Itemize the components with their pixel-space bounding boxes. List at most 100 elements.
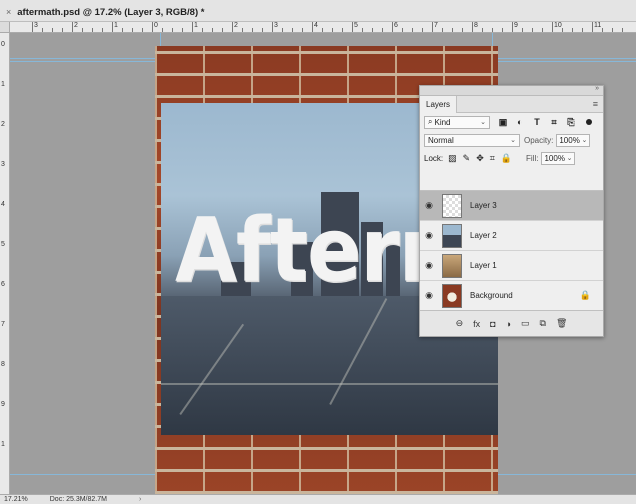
- ruler-tick: [472, 22, 473, 32]
- ruler-number: 1: [1, 441, 5, 448]
- ruler-tick: [612, 28, 613, 32]
- ruler-tick: [542, 28, 543, 32]
- ruler-tick: [382, 28, 383, 32]
- ruler-corner[interactable]: [0, 22, 10, 33]
- tab-layers[interactable]: Layers: [420, 96, 458, 113]
- close-tab-icon[interactable]: ×: [6, 7, 11, 17]
- adjustment-filter-icon[interactable]: ◐: [515, 117, 525, 127]
- fill-field[interactable]: 100% ⌄: [541, 151, 576, 165]
- ruler-tick: [422, 28, 423, 32]
- ruler-number: 2: [234, 22, 238, 29]
- ruler-tick: [622, 28, 623, 32]
- ruler-number: 9: [514, 22, 518, 29]
- ruler-tick: [312, 22, 313, 32]
- mask-icon[interactable]: ◘: [490, 319, 495, 329]
- ruler-tick: [572, 28, 573, 32]
- ruler-tick: [82, 28, 83, 32]
- fill-label: Fill:: [526, 153, 539, 163]
- ruler-tick: [112, 22, 113, 32]
- ruler-tick: [242, 28, 243, 32]
- chevron-down-icon: ⌄: [480, 119, 486, 126]
- ruler-tick: [182, 28, 183, 32]
- shape-filter-icon[interactable]: ⌗: [549, 117, 559, 127]
- ruler-tick: [42, 28, 43, 32]
- opacity-value: 100%: [559, 135, 580, 145]
- layer-lock-icon[interactable]: 🔒: [580, 290, 591, 301]
- visibility-eye-icon[interactable]: ◉: [420, 260, 438, 271]
- fx-icon[interactable]: fx: [473, 319, 480, 329]
- trash-icon[interactable]: 🗑: [556, 318, 567, 329]
- document-tab-title: aftermath.psd @ 17.2% (Layer 3, RGB/8) *: [17, 6, 205, 18]
- ruler-number: 3: [34, 22, 38, 29]
- ruler-tick: [502, 28, 503, 32]
- ruler-tick: [532, 28, 533, 32]
- fill-value: 100%: [544, 153, 565, 163]
- layer-list: ◉ Layer 3 ◉ Layer 2 ◉ Layer 1 ◉ Backgrou…: [420, 190, 603, 311]
- lock-position-icon[interactable]: ✥: [476, 153, 484, 164]
- panel-title-bar[interactable]: »: [420, 85, 603, 96]
- opacity-field[interactable]: 100% ⌄: [556, 133, 591, 147]
- ruler-number: 6: [1, 281, 5, 288]
- layer-thumbnail: [442, 193, 462, 218]
- lock-all-icon[interactable]: 🔒: [501, 153, 512, 164]
- visibility-eye-icon[interactable]: ◉: [420, 290, 438, 301]
- pixel-filter-icon[interactable]: ▣: [498, 117, 508, 127]
- panel-header: Layers ≡: [420, 96, 603, 113]
- collapse-icon[interactable]: »: [595, 85, 599, 92]
- layer-row[interactable]: ◉ Layer 1: [420, 251, 603, 281]
- ruler-tick: [142, 28, 143, 32]
- lock-paint-icon[interactable]: ✎: [463, 153, 471, 164]
- type-filter-icon[interactable]: T: [532, 117, 542, 127]
- filter-row: ⌕ Kind ⌄ ▣ ◐ T ⌗ ⎘: [420, 113, 603, 131]
- ruler-tick: [172, 28, 173, 32]
- zoom-level[interactable]: 17.21%: [4, 496, 28, 503]
- link-icon[interactable]: ⊖: [456, 318, 464, 329]
- kind-filter-label: Kind: [434, 117, 451, 127]
- smart-object-filter-icon[interactable]: ⎘: [566, 117, 576, 127]
- document-tab-bar: × aftermath.psd @ 17.2% (Layer 3, RGB/8)…: [0, 0, 636, 22]
- chevron-right-icon[interactable]: ›: [139, 496, 141, 503]
- ruler-number: 10: [554, 22, 562, 29]
- filter-toggle-icon[interactable]: [586, 119, 592, 125]
- layer-row[interactable]: ◉ Layer 3: [420, 191, 603, 221]
- layer-thumbnail: [442, 283, 462, 308]
- ruler-tick: [412, 28, 413, 32]
- document-tab[interactable]: × aftermath.psd @ 17.2% (Layer 3, RGB/8)…: [6, 3, 204, 21]
- ruler-tick: [272, 22, 273, 32]
- ruler-tick: [512, 22, 513, 32]
- ruler-tick: [282, 28, 283, 32]
- ruler-number: 4: [1, 201, 5, 208]
- doc-size[interactable]: Doc: 25.3M/82.7M: [50, 496, 107, 503]
- ruler-number: 7: [434, 22, 438, 29]
- layer-row[interactable]: ◉ Background 🔒: [420, 281, 603, 311]
- kind-filter-select[interactable]: ⌕ Kind ⌄: [424, 115, 490, 129]
- ruler-tick: [322, 28, 323, 32]
- layer-row[interactable]: ◉ Layer 2: [420, 221, 603, 251]
- ruler-tick: [432, 22, 433, 32]
- visibility-eye-icon[interactable]: ◉: [420, 230, 438, 241]
- new-layer-icon[interactable]: ⧉: [540, 318, 546, 329]
- ruler-tick: [222, 28, 223, 32]
- ruler-tick: [72, 22, 73, 32]
- ruler-tick: [562, 28, 563, 32]
- ruler-tick: [462, 28, 463, 32]
- adjustment-icon[interactable]: ◑: [506, 319, 511, 329]
- ruler-tick: [342, 28, 343, 32]
- chevron-down-icon: ⌄: [510, 137, 516, 144]
- ruler-number: 9: [1, 401, 5, 408]
- visibility-eye-icon[interactable]: ◉: [420, 200, 438, 211]
- layers-panel: » Layers ≡ ⌕ Kind ⌄ ▣ ◐ T ⌗ ⎘ Normal ⌄ O…: [419, 85, 604, 337]
- ruler-tick: [482, 28, 483, 32]
- vertical-ruler[interactable]: 0 1 2 3 4 5 6 7 8 9 1: [0, 33, 10, 494]
- ruler-number: 1: [1, 81, 5, 88]
- horizontal-ruler[interactable]: 3 2 1 0 1 2 3 4 5 6 7 8 9 10 11: [10, 22, 636, 33]
- ruler-tick: [152, 22, 153, 32]
- ruler-tick: [52, 28, 53, 32]
- folder-icon[interactable]: ▭: [521, 318, 530, 329]
- panel-menu-icon[interactable]: ≡: [593, 99, 598, 109]
- ruler-tick: [522, 28, 523, 32]
- lock-artboard-icon[interactable]: ⌗: [490, 153, 495, 164]
- blend-mode-select[interactable]: Normal ⌄: [424, 133, 520, 147]
- ruler-number: 3: [274, 22, 278, 29]
- lock-transparent-icon[interactable]: ▨: [448, 153, 457, 164]
